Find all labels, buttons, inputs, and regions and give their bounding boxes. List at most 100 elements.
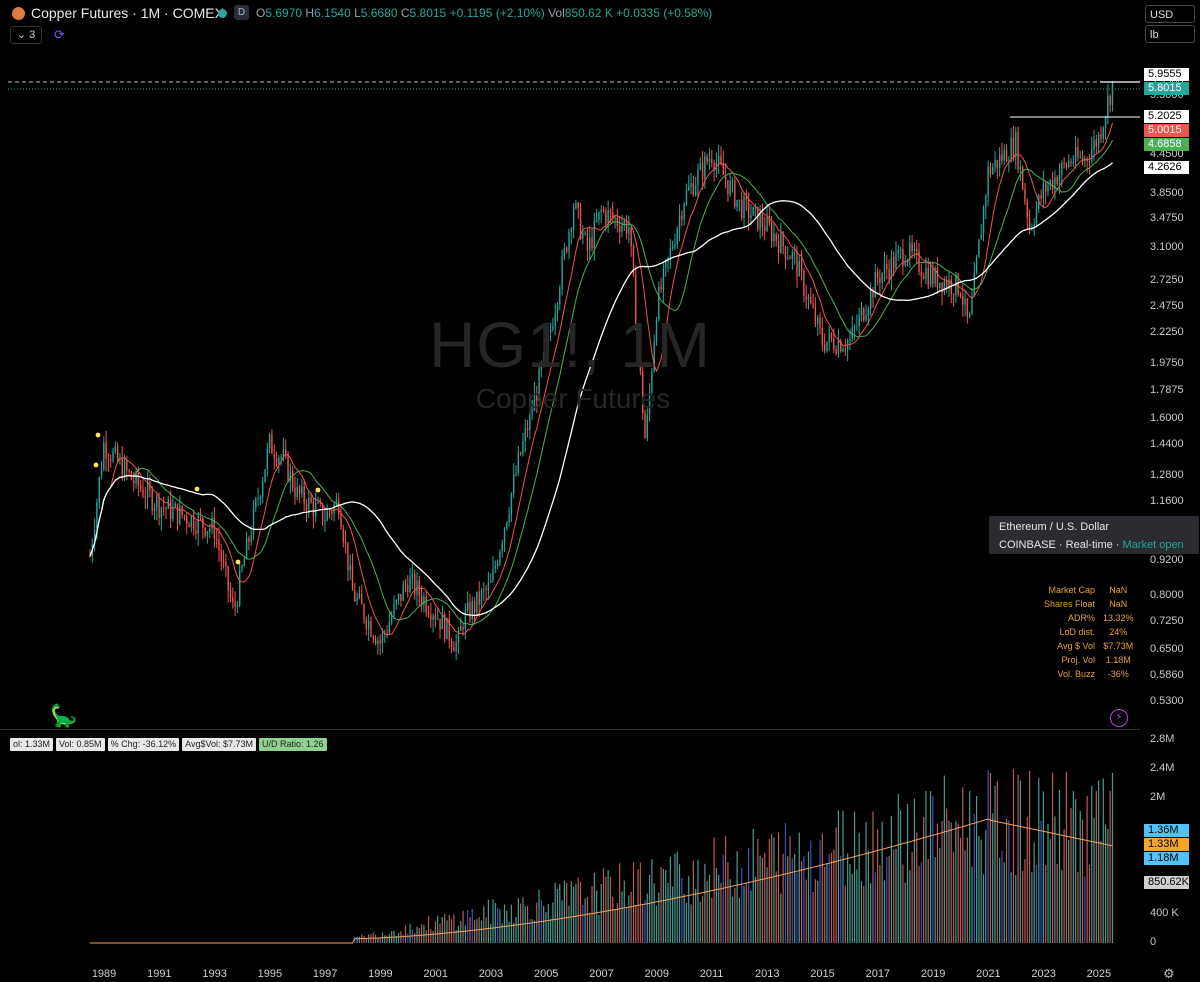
candle-body xyxy=(671,247,674,249)
candle-body xyxy=(430,614,432,620)
candle-body xyxy=(361,593,363,605)
candle-body xyxy=(483,589,485,591)
candle-body xyxy=(455,642,457,652)
candle-body xyxy=(701,162,704,179)
candle-body xyxy=(987,166,989,197)
candle-body xyxy=(879,277,881,284)
candle-body xyxy=(775,233,777,241)
candle-body xyxy=(784,246,787,259)
candle-body xyxy=(448,617,450,641)
candle-body xyxy=(296,486,298,497)
price-marker-label: 4.6858 xyxy=(1144,138,1189,151)
candle-body xyxy=(229,590,232,598)
candle-body xyxy=(676,228,678,245)
candle-body xyxy=(678,215,681,229)
candle-body xyxy=(1012,138,1015,158)
candle-body xyxy=(982,207,985,236)
candle-body xyxy=(918,251,920,273)
candle-body xyxy=(526,428,529,431)
low-value: 5.6680 xyxy=(360,6,398,20)
settings-icon[interactable]: ⚙ xyxy=(1163,966,1175,982)
candle-body xyxy=(510,493,513,515)
candle-body xyxy=(925,267,927,279)
chevron-icon: ⌄ xyxy=(16,29,27,41)
candle-body xyxy=(310,497,312,503)
price-chart[interactable] xyxy=(0,0,1200,981)
pane-divider[interactable] xyxy=(0,729,1140,730)
candle-body xyxy=(630,227,632,247)
symbol-title[interactable]: Copper Futures · 1M · COMEX xyxy=(31,5,224,21)
indicator-toggle[interactable]: ⌄ 3 xyxy=(10,26,42,44)
candle-body xyxy=(126,460,128,471)
candle-body xyxy=(480,590,483,605)
candle-body xyxy=(308,497,310,512)
candle-body xyxy=(142,488,144,497)
price-tick-label: 1.4400 xyxy=(1150,438,1184,450)
candle-body xyxy=(720,155,722,163)
candle-body xyxy=(248,537,250,542)
candle-body xyxy=(291,470,294,488)
candle-body xyxy=(876,272,879,278)
candle-body xyxy=(766,216,768,231)
candle-body xyxy=(998,154,1001,168)
time-tick-label: 1997 xyxy=(312,968,338,980)
candle-body xyxy=(96,502,98,530)
price-marker-label: 4.2626 xyxy=(1144,161,1189,174)
price-marker-label: 5.0015 xyxy=(1144,124,1189,137)
candle-body xyxy=(1077,147,1079,158)
price-tick-label: 2.7250 xyxy=(1150,274,1184,286)
price-tick-label: 3.4750 xyxy=(1150,212,1184,224)
price-marker-label: 5.9555 xyxy=(1144,68,1189,81)
candle-body xyxy=(869,289,872,309)
candle-body xyxy=(589,237,591,251)
candle-body xyxy=(1017,131,1019,170)
candle-body xyxy=(1028,218,1031,229)
candle-body xyxy=(395,600,397,604)
candle-body xyxy=(425,596,427,613)
currency-select[interactable]: USD xyxy=(1145,5,1195,23)
indicator-count: 3 xyxy=(29,29,36,41)
candle-body xyxy=(805,295,807,300)
candle-body xyxy=(669,247,672,258)
price-tick-label: 1.6000 xyxy=(1150,412,1184,424)
candle-body xyxy=(568,231,570,252)
candle-body xyxy=(796,251,798,277)
separator: · xyxy=(1058,539,1063,551)
chart-header: Copper Futures · 1M · COMEX D O5.6970 H6… xyxy=(0,0,1140,26)
candle-body xyxy=(351,564,354,591)
candle-body xyxy=(1093,139,1095,150)
time-tick-label: 2003 xyxy=(478,968,504,980)
candle-body xyxy=(975,257,978,273)
unit-select[interactable]: lb xyxy=(1145,25,1195,43)
stat-value: 1.18M xyxy=(1105,654,1131,665)
candle-body xyxy=(1047,185,1049,192)
event-marker xyxy=(315,487,321,493)
candle-body xyxy=(711,159,713,163)
time-tick-label: 2015 xyxy=(810,968,835,980)
copper-symbol-icon xyxy=(12,7,25,20)
candle-body xyxy=(209,528,211,532)
candle-body xyxy=(582,233,584,239)
candle-body xyxy=(492,568,494,582)
price-tick-label: 0.9200 xyxy=(1150,554,1184,566)
volume-tick-label: 2.8M xyxy=(1150,733,1175,745)
candle-body xyxy=(770,223,773,242)
candle-body xyxy=(1001,154,1003,161)
candle-body xyxy=(174,503,176,507)
sync-icon[interactable]: ⟳ xyxy=(54,27,65,43)
candle-body xyxy=(342,528,345,542)
up-down-ratio: U/D Ratio: 1.26 xyxy=(259,738,327,751)
candle-body xyxy=(280,456,282,458)
candle-body xyxy=(450,640,453,648)
candle-body xyxy=(519,452,522,455)
lightning-icon[interactable]: ⚡ xyxy=(1110,709,1128,727)
candle-body xyxy=(602,209,605,212)
candle-body xyxy=(729,180,731,195)
candle-body xyxy=(605,211,607,224)
candle-body xyxy=(704,156,706,179)
candle-body xyxy=(331,512,333,514)
stat-value: $7.73M xyxy=(1103,640,1134,651)
candle-body xyxy=(105,442,107,459)
candle-body xyxy=(411,573,414,578)
candle-body xyxy=(460,626,462,631)
